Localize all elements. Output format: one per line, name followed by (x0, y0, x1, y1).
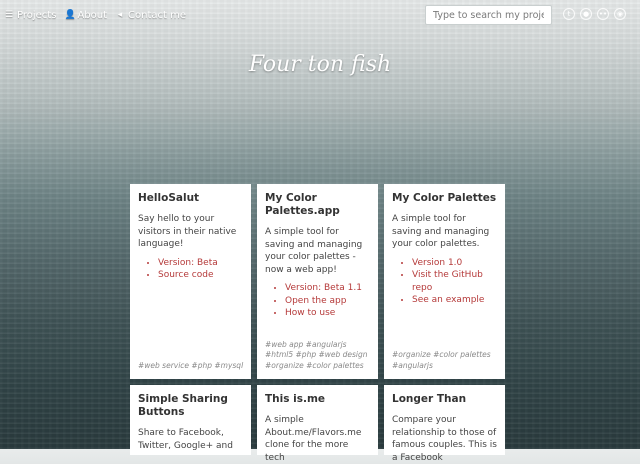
card-link[interactable]: Open the app (285, 295, 370, 308)
top-navigation: ☰ Projects 👤 About ◂ Contact me t ● •• ◉ (0, 0, 640, 30)
card-links: Version 1.0 Visit the GitHub repo See an… (392, 257, 497, 307)
nav-projects[interactable]: ☰ Projects (4, 10, 56, 21)
card-title: This is.me (265, 393, 326, 405)
project-card-longer-than[interactable]: Longer Than Compare your relationship to… (384, 385, 505, 463)
card-link[interactable]: See an example (412, 294, 497, 307)
nav-contact[interactable]: ◂ Contact me (115, 10, 186, 21)
user-icon: 👤 (64, 10, 76, 20)
nav-projects-label: Projects (17, 9, 57, 21)
card-description: Say hello to your visitors in their nati… (138, 214, 237, 249)
card-description: A simple About.me/Flavors.me clone for t… (265, 415, 362, 463)
card-description: Compare your relationship to those of fa… (392, 415, 497, 463)
card-link[interactable]: Version: Beta (158, 257, 243, 270)
card-link[interactable]: Visit the GitHub repo (412, 269, 497, 294)
card-title: My Color Palettes.app (265, 192, 340, 217)
send-icon: ◂ (117, 10, 123, 20)
project-card-this-is-me[interactable]: This is.me A simple About.me/Flavors.me … (257, 385, 378, 463)
card-link[interactable]: Version: Beta 1.1 (285, 282, 370, 295)
card-link[interactable]: Source code (158, 269, 243, 282)
github-icon[interactable]: ● (580, 8, 592, 20)
nav-about[interactable]: 👤 About (64, 10, 107, 21)
project-card-my-color-palettes[interactable]: My Color Palettes A simple tool for savi… (384, 184, 505, 379)
card-tags: #web service #php #mysql (138, 360, 244, 370)
search-input[interactable] (425, 5, 552, 25)
card-title: Simple Sharing Buttons (138, 393, 228, 418)
card-title: Longer Than (392, 393, 467, 405)
project-card-simple-sharing-buttons[interactable]: Simple Sharing Buttons Share to Facebook… (130, 385, 251, 455)
list-icon: ☰ (4, 10, 14, 20)
card-tags: #organize #color palettes #angularjs (392, 350, 491, 370)
nav-contact-label: Contact me (128, 9, 186, 21)
flickr-icon[interactable]: •• (597, 8, 609, 20)
nav-links: ☰ Projects 👤 About ◂ Contact me (0, 10, 186, 21)
project-card-my-color-palettes-app[interactable]: My Color Palettes.app A simple tool for … (257, 184, 378, 379)
card-tags: #web app #angularjs #html5 #php #web des… (265, 339, 368, 370)
project-card-hellosalut[interactable]: HelloSalut Say hello to your visitors in… (130, 184, 251, 379)
card-description: A simple tool for saving and managing yo… (392, 214, 490, 249)
social-links: t ● •• ◉ (563, 8, 626, 20)
rss-icon[interactable]: ◉ (614, 8, 626, 20)
nav-about-label: About (77, 9, 108, 21)
twitter-icon[interactable]: t (563, 8, 575, 20)
site-title: Four ton fish (248, 52, 392, 77)
card-title: HelloSalut (138, 192, 200, 204)
card-description: Share to Facebook, Twitter, Google+ and (138, 428, 233, 451)
card-link[interactable]: Version 1.0 (412, 257, 497, 270)
card-links: Version: Beta 1.1 Open the app How to us… (265, 282, 370, 320)
card-link[interactable]: How to use (285, 307, 370, 320)
card-description: A simple tool for saving and managing yo… (265, 227, 363, 275)
card-links: Version: Beta Source code (138, 257, 243, 282)
card-title: My Color Palettes (392, 192, 497, 204)
